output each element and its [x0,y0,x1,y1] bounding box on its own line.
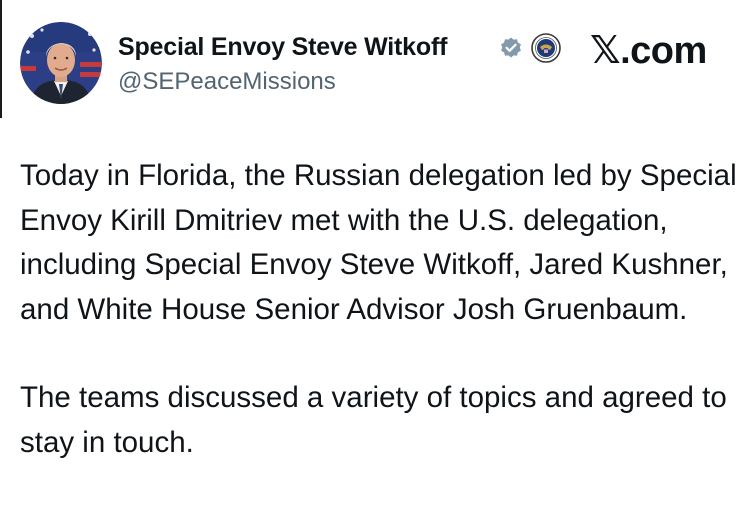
avatar[interactable] [20,22,102,104]
display-name[interactable]: Special Envoy Steve Witkoff [118,33,447,62]
author-handle[interactable]: @SEPeaceMissions [118,68,336,96]
tweet-paragraph: Today in Florida, the Russian delegation… [20,159,737,326]
verified-badge-icon [501,37,521,58]
us-state-department-seal-icon [531,33,561,63]
site-watermark: 𝕏.com [590,30,707,72]
left-divider [0,0,2,118]
tweet-paragraph: The teams discussed a variety of topics … [20,381,727,459]
tweet-text: Today in Florida, the Russian delegation… [20,154,740,465]
